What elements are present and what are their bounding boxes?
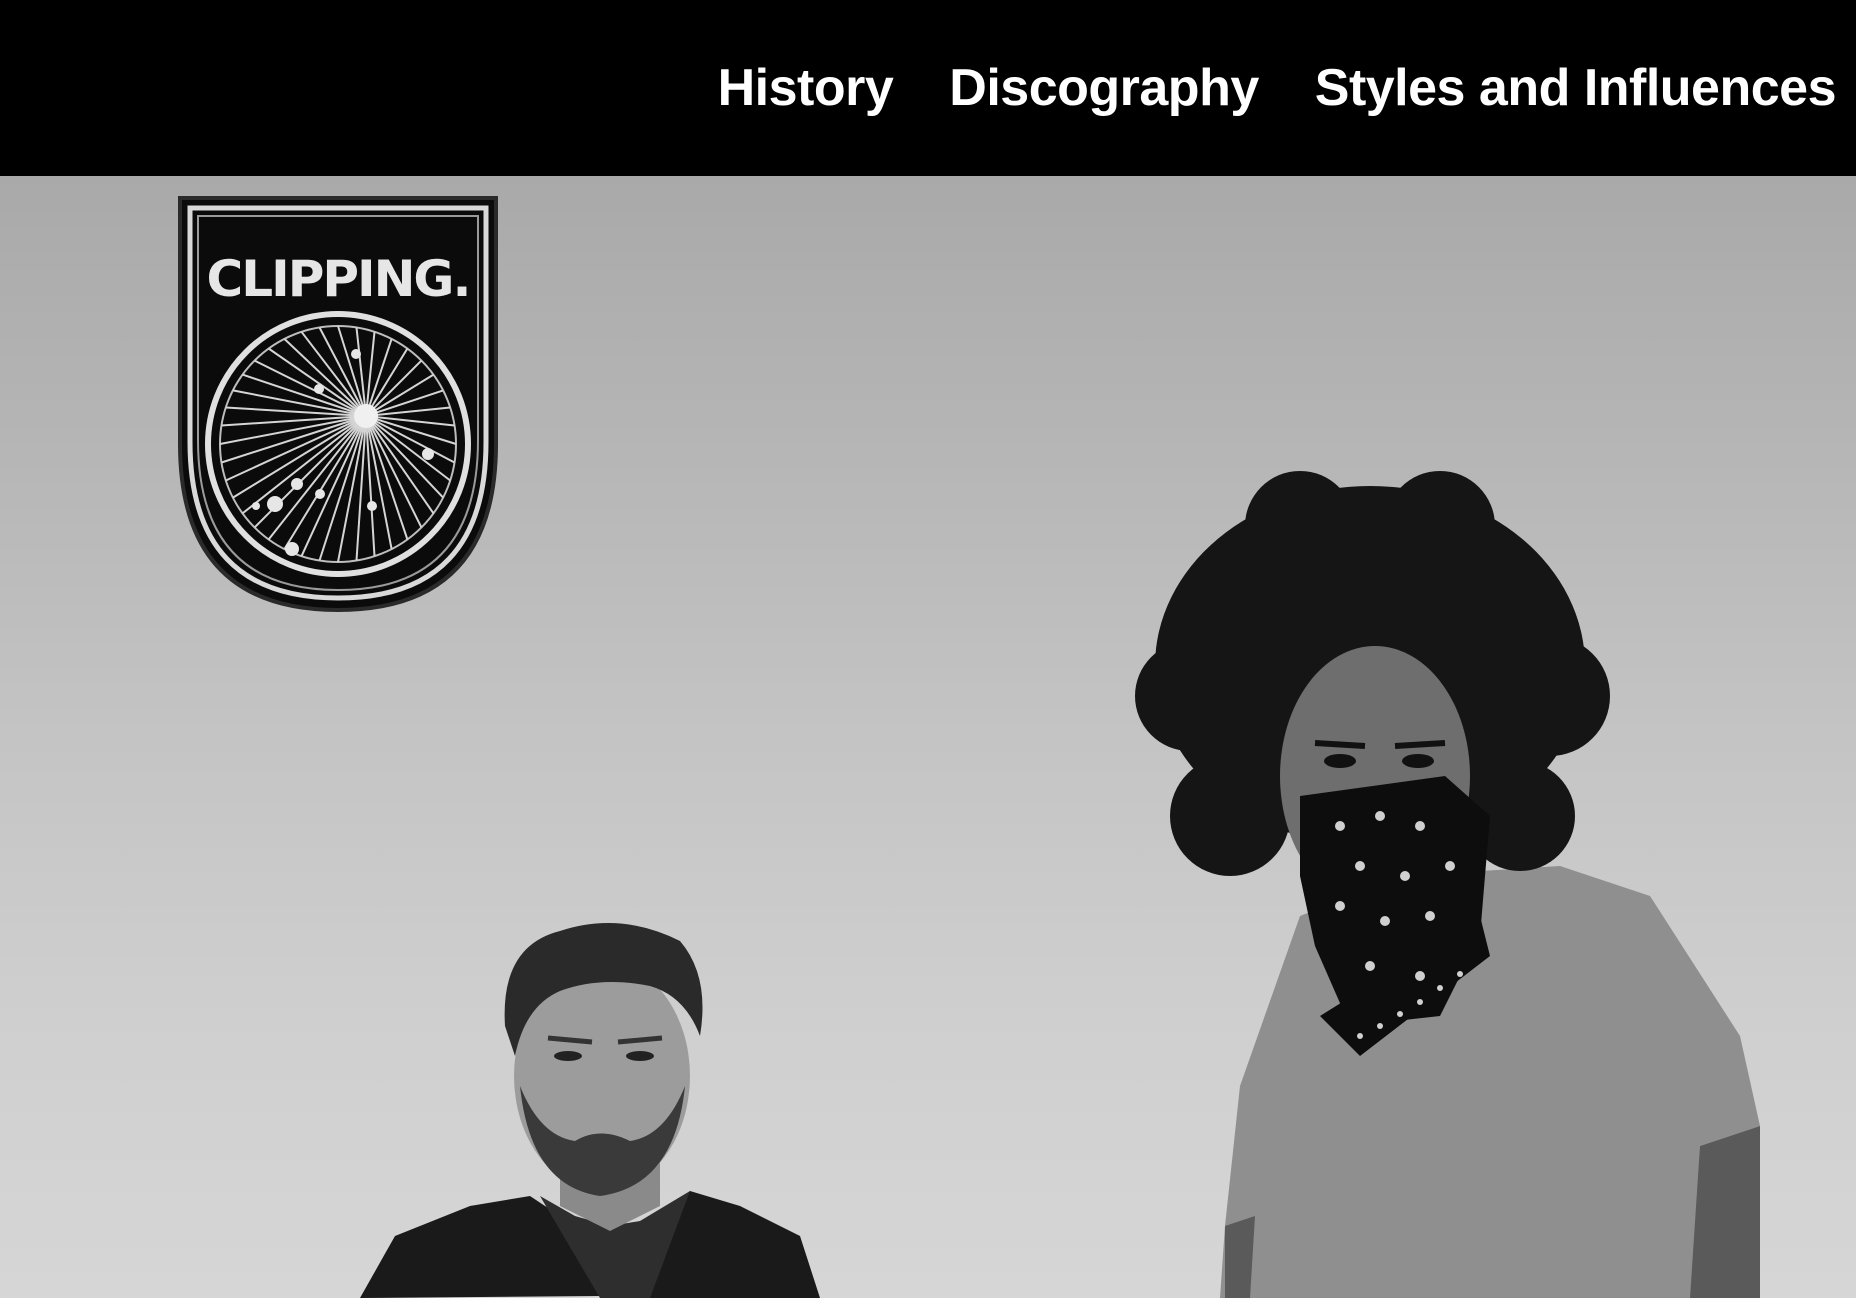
logo-wordmark: CLIPPING. [207, 250, 470, 308]
page: History Discography Styles and Influence… [0, 0, 1856, 1298]
clipping-logo-icon[interactable]: CLIPPING. [176, 194, 500, 614]
main-nav: History Discography Styles and Influence… [718, 58, 1837, 118]
nav-link-styles-and-influences[interactable]: Styles and Influences [1315, 58, 1837, 118]
band-member-left [360, 923, 820, 1298]
top-navigation-bar: History Discography Styles and Influence… [0, 0, 1856, 176]
nav-link-discography[interactable]: Discography [949, 58, 1259, 118]
nav-link-history[interactable]: History [718, 58, 894, 118]
band-member-right [1135, 471, 1760, 1298]
